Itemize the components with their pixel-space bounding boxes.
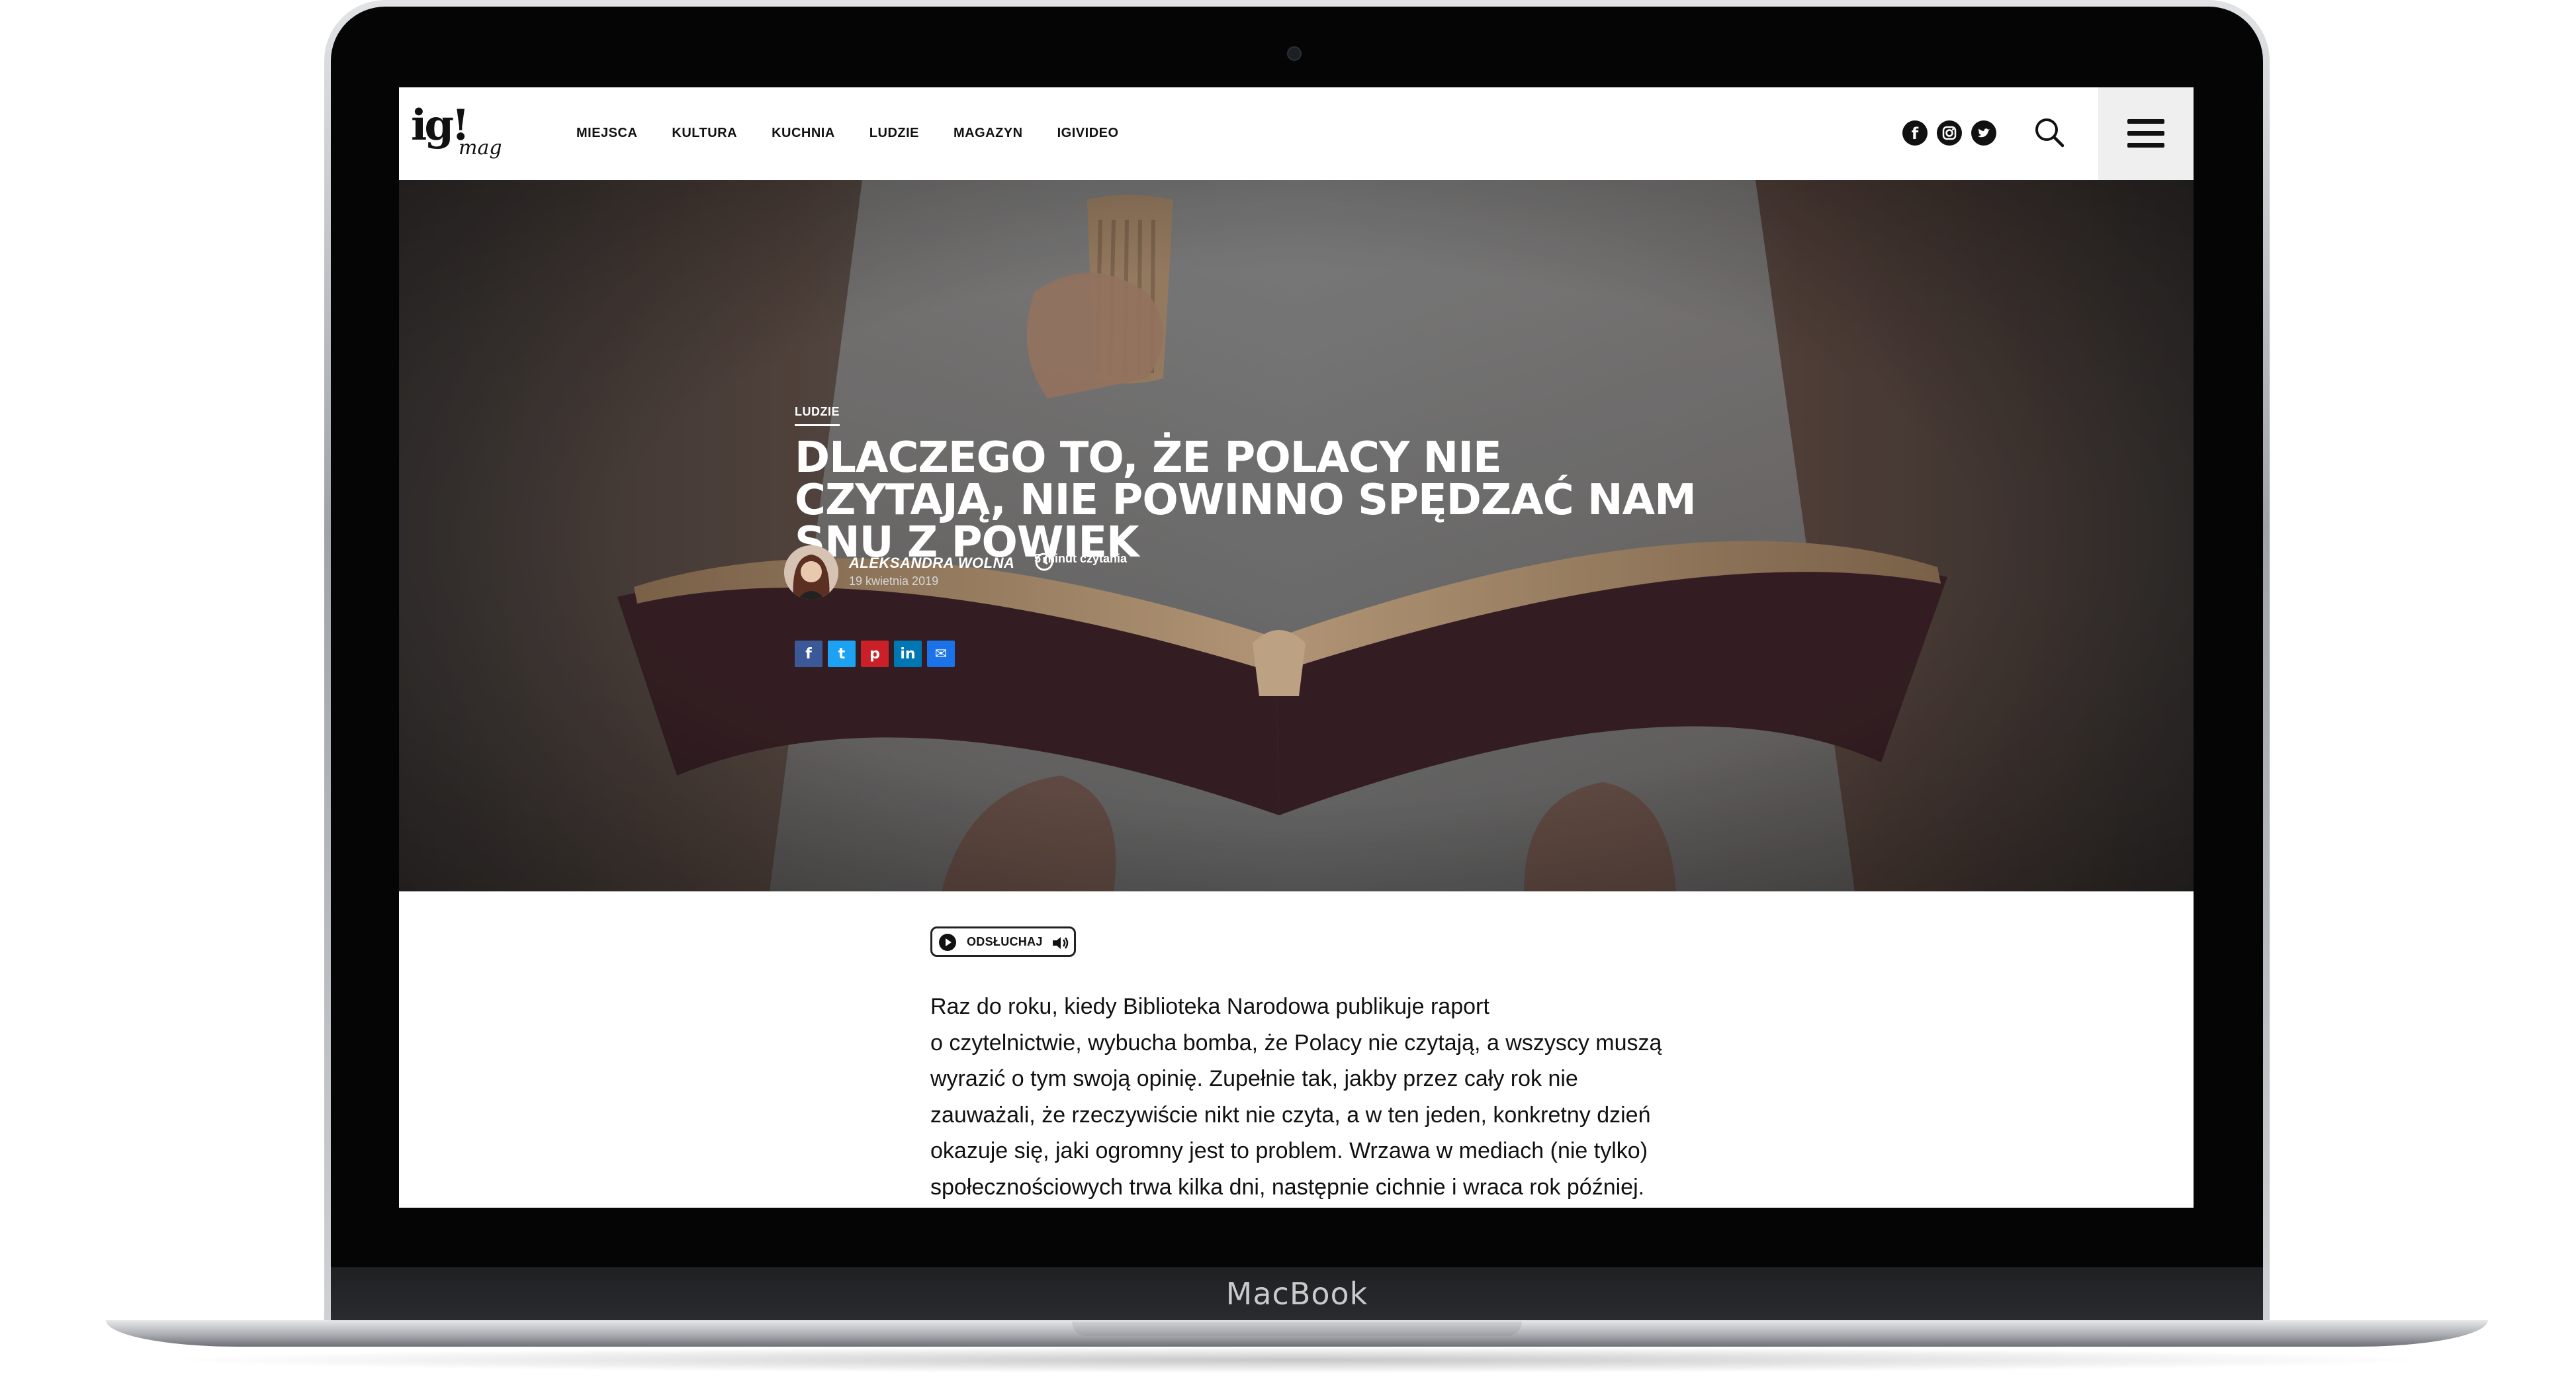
article-body: Raz do roku, kiedy Biblioteka Narodowa p…	[930, 989, 1671, 1205]
article-line: społecznościowych trwa kilka dni, następ…	[930, 1174, 1645, 1200]
article-title: DLACZEGO TO, ŻE POLACY NIE CZYTAJĄ, NIE …	[795, 433, 1697, 567]
linkedin-icon[interactable]: in	[894, 641, 922, 667]
logo-text-sub: mag	[459, 136, 502, 159]
search-icon[interactable]	[2032, 115, 2066, 150]
publish-date: 19 kwietnia 2019	[849, 574, 939, 588]
article-line: zauważali, że rzeczywiście nikt nie czyt…	[930, 1102, 1651, 1128]
speaker-icon	[1053, 937, 1069, 949]
hamburger-menu-button[interactable]	[2098, 87, 2194, 180]
laptop-notch	[1072, 1322, 1522, 1336]
facebook-icon[interactable]: f	[795, 641, 822, 667]
site-logo[interactable]: ig! mag	[411, 101, 510, 164]
avatar[interactable]	[784, 545, 838, 600]
nav-item-igivideo[interactable]: IGIVIDEO	[1057, 126, 1119, 141]
site-header: ig! mag MIEJSCA KULTURA KUCHNIA LUDZIE M…	[399, 87, 2194, 180]
menu-bar	[2127, 131, 2164, 136]
listen-button-label: ODSŁUCHAJ	[967, 935, 1043, 948]
menu-bar	[2127, 143, 2164, 148]
facebook-icon[interactable]: f	[1902, 120, 1928, 146]
hero-section: LUDZIE DLACZEGO TO, ŻE POLACY NIE CZYTAJ…	[399, 180, 2194, 891]
instagram-icon[interactable]	[1937, 120, 1962, 146]
twitter-icon[interactable]: t	[828, 641, 856, 667]
clock-icon	[1035, 553, 1053, 571]
nav-item-kultura[interactable]: KULTURA	[672, 126, 737, 141]
svg-text:f: f	[1912, 124, 1919, 143]
article-line: Raz do roku, kiedy Biblioteka Narodowa p…	[930, 994, 1489, 1019]
nav-item-ludzie[interactable]: LUDZIE	[869, 126, 919, 141]
share-bar: f t p in ✉	[795, 641, 955, 667]
twitter-icon[interactable]	[1971, 120, 1996, 146]
listen-button[interactable]: ODSŁUCHAJ	[930, 926, 1076, 957]
email-icon[interactable]: ✉	[927, 641, 955, 667]
pinterest-icon[interactable]: p	[861, 641, 889, 667]
social-links: f	[1902, 120, 1996, 146]
menu-bar	[2127, 119, 2164, 124]
laptop-brand-label: MacBook	[1225, 1276, 1368, 1312]
article-line: wyrazić o tym swoją opinię. Zupełnie tak…	[930, 1066, 1578, 1091]
author-name[interactable]: ALEKSANDRA WOLNA	[849, 555, 1014, 572]
article-line: o czytelnictwie, wybucha bomba, że Polac…	[930, 1030, 1662, 1056]
article-line: okazuje się, jaki ogromny jest to proble…	[930, 1138, 1648, 1163]
browser-viewport: ig! mag MIEJSCA KULTURA KUCHNIA LUDZIE M…	[399, 87, 2194, 1208]
read-time: 5 minut czytania	[1034, 552, 1127, 571]
laptop-shadow	[152, 1347, 2442, 1373]
nav-item-kuchnia[interactable]: KUCHNIA	[772, 126, 835, 141]
camera-icon	[1287, 46, 1302, 61]
main-nav: MIEJSCA KULTURA KUCHNIA LUDZIE MAGAZYN I…	[576, 126, 1153, 141]
category-label[interactable]: LUDZIE	[795, 405, 840, 426]
nav-item-miejsca[interactable]: MIEJSCA	[576, 126, 637, 141]
nav-item-magazyn[interactable]: MAGAZYN	[954, 126, 1023, 141]
play-icon	[939, 934, 956, 951]
